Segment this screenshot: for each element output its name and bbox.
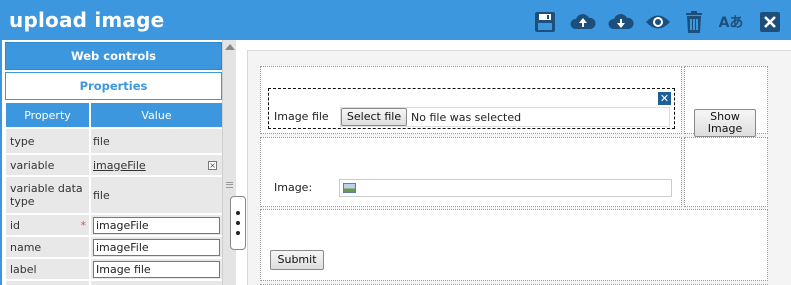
image-file-label: Image file [274, 110, 329, 123]
property-name: variable [6, 155, 89, 175]
close-icon[interactable] [757, 9, 783, 35]
id-input[interactable] [93, 216, 220, 234]
show-image-button[interactable]: Show Image [694, 109, 756, 137]
handle-dot-icon [236, 221, 240, 225]
select-file-button[interactable]: Select file [341, 108, 407, 126]
property-value [91, 281, 222, 285]
eye-icon[interactable] [645, 9, 671, 35]
web-controls-tab[interactable]: Web controls [5, 42, 222, 70]
variable-value-cell: imageFile × [91, 155, 222, 175]
title-bar: upload image Aあ [0, 0, 791, 40]
form-cell[interactable] [684, 137, 768, 207]
image-label: Image: [274, 181, 313, 194]
handle-dot-icon [236, 211, 240, 215]
property-column-header: Property [6, 103, 89, 127]
property-value-cell [91, 215, 222, 235]
table-header: Property Value [6, 103, 222, 127]
left-panel: Web controls Properties Property Value t… [0, 40, 222, 285]
remove-control-icon[interactable]: ✕ [658, 92, 671, 105]
table-row: label [6, 259, 222, 279]
translate-icon[interactable]: Aあ [716, 9, 746, 35]
label-input[interactable] [93, 260, 220, 278]
value-column-header: Value [91, 103, 222, 127]
handle-dot-icon [236, 231, 240, 235]
scroll-up-arrow-icon[interactable] [225, 44, 235, 50]
download-cloud-icon[interactable] [608, 9, 634, 35]
property-name [6, 281, 89, 285]
scroll-grip-icon[interactable] [226, 182, 233, 188]
app-title: upload image [9, 8, 165, 32]
submit-button[interactable]: Submit [270, 250, 324, 270]
table-row: id * [6, 215, 222, 235]
name-input[interactable] [93, 238, 220, 256]
save-icon[interactable] [532, 9, 558, 35]
clear-variable-icon[interactable]: × [208, 161, 217, 170]
property-value: file [91, 129, 222, 153]
file-input[interactable]: Select file No file was selected [340, 107, 670, 127]
table-row [6, 281, 222, 285]
image-placeholder-icon [343, 183, 356, 193]
upload-cloud-icon[interactable] [570, 9, 596, 35]
table-row: type file [6, 129, 222, 153]
property-name: variable data type [6, 177, 89, 213]
table-row: name [6, 237, 222, 257]
property-value: file [91, 177, 222, 213]
property-name-cell: id * [6, 215, 89, 235]
trash-icon[interactable] [681, 9, 707, 35]
required-marker: * [80, 219, 87, 232]
variable-link[interactable]: imageFile [93, 159, 146, 172]
table-row: variable data type file [6, 177, 222, 213]
property-value-cell [91, 259, 222, 279]
resize-handle[interactable] [230, 196, 246, 250]
table-row: variable imageFile × [6, 155, 222, 175]
property-name: label [6, 259, 89, 279]
design-canvas: ✕ Image file Select file No file was sel… [247, 50, 791, 285]
property-name: type [6, 129, 89, 153]
property-value-cell [91, 237, 222, 257]
no-file-text: No file was selected [411, 110, 522, 124]
properties-tab[interactable]: Properties [5, 72, 222, 100]
property-name: id [10, 218, 21, 232]
image-preview [339, 179, 672, 197]
form-cell[interactable] [260, 209, 768, 281]
property-name: name [6, 237, 89, 257]
